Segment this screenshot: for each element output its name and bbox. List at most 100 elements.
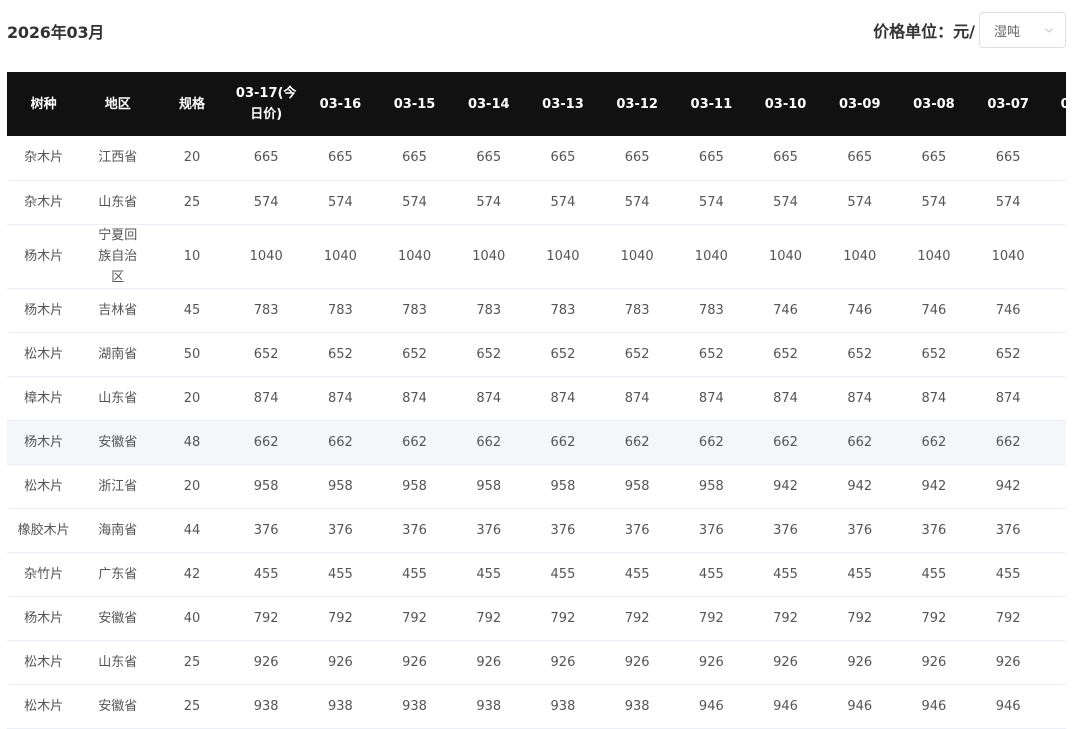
table-cell: 942: [748, 464, 823, 509]
table-cell: 792: [748, 596, 823, 641]
table-row[interactable]: 杂竹片 广东省 42 455 455 455 455 455 455 455 455 455 455 45…: [7, 552, 1066, 597]
page-title: 2026年03月: [7, 23, 105, 42]
table-row[interactable]: 杨木片 安徽省 40 792 792 792 792 792 792 792 792 792 792 79…: [7, 596, 1066, 641]
table-cell: 25: [155, 640, 229, 685]
table-cell: 574: [970, 180, 1046, 225]
table-cell: 783: [673, 288, 749, 333]
column-header: 03-06: [1060, 96, 1066, 112]
table-cell: 946: [970, 684, 1046, 729]
table-cell: 杂木片: [7, 180, 81, 225]
table-cell: 455: [822, 552, 898, 597]
table-cell: 958: [600, 464, 674, 509]
table-cell: 1040: [970, 224, 1046, 289]
column-header: 03-17(今日价): [235, 86, 297, 122]
table-cell: 926: [376, 640, 453, 685]
table-cell: 574: [376, 180, 453, 225]
column-header: 03-15: [393, 96, 436, 112]
table-cell: 926: [303, 640, 377, 685]
table-cell: 安徽省: [80, 596, 156, 641]
table-cell: 652: [897, 332, 971, 377]
table-row[interactable]: 杂木片 山东省 25 574 574 574 574 574 574 574 574 574 574 57…: [7, 180, 1066, 225]
table-cell: 662: [376, 420, 453, 465]
table-cell: 宁夏回族自治区: [80, 224, 156, 289]
table-cell: 946: [822, 684, 898, 729]
table-cell: 574: [228, 180, 304, 225]
table-cell: 874: [822, 376, 898, 421]
table-cell: 662: [452, 420, 526, 465]
table-cell: 376: [673, 508, 749, 553]
table-cell: 376: [897, 508, 971, 553]
table-cell: 652: [228, 332, 304, 377]
table-cell: 376: [452, 508, 526, 553]
price-unit-control: 价格单位：元/ 湿吨: [873, 12, 1066, 48]
table-cell: 946: [1045, 684, 1066, 729]
table-cell: 574: [1045, 180, 1066, 225]
table-cell: 江西省: [80, 136, 156, 181]
chevron-down-icon: [1045, 28, 1053, 33]
column-header: 规格: [178, 96, 205, 112]
table-cell: 455: [376, 552, 453, 597]
table-cell: 652: [376, 332, 453, 377]
table-cell: 376: [303, 508, 377, 553]
table-cell: 665: [673, 136, 749, 181]
table-cell: 665: [970, 136, 1046, 181]
table-cell: 874: [970, 376, 1046, 421]
table-row[interactable]: 松木片 浙江省 20 958 958 958 958 958 958 958 942 942 942 94…: [7, 464, 1066, 509]
price-table-container[interactable]: 树种 地区 规格 03-17(今日价) 03-16 03-15 03-14 03-13 03-1…: [7, 72, 1066, 729]
table-cell: 926: [452, 640, 526, 685]
column-header: 03-16: [319, 96, 362, 112]
price-table: 树种 地区 规格 03-17(今日价) 03-16 03-15 03-14 03-13 03-1…: [7, 72, 1066, 729]
table-row[interactable]: 杂木片 江西省 20 665 665 665 665 665 665 665 665 665 665 66…: [7, 136, 1066, 181]
table-cell: 746: [970, 288, 1046, 333]
table-cell: 938: [525, 684, 601, 729]
table-cell: 山东省: [80, 180, 156, 225]
table-cell: 792: [376, 596, 453, 641]
table-cell: 926: [525, 640, 601, 685]
table-cell: 652: [748, 332, 823, 377]
table-cell: 662: [303, 420, 377, 465]
table-cell: 942: [897, 464, 971, 509]
table-cell: 665: [1045, 136, 1066, 181]
table-cell: 958: [228, 464, 304, 509]
table-cell: 山东省: [80, 376, 156, 421]
table-row[interactable]: 杨木片 安徽省 48 662 662 662 662 662 662 662 662 662 662 66…: [7, 420, 1066, 465]
unit-select[interactable]: 湿吨: [979, 12, 1066, 48]
table-cell: 50: [155, 332, 229, 377]
table-cell: 455: [525, 552, 601, 597]
table-cell: 松木片: [7, 332, 81, 377]
table-cell: 广东省: [80, 552, 156, 597]
table-cell: 874: [673, 376, 749, 421]
table-row[interactable]: 杨木片 吉林省 45 783 783 783 783 783 783 783 746 746 746 74…: [7, 288, 1066, 333]
table-cell: 574: [897, 180, 971, 225]
table-cell: 20: [155, 376, 229, 421]
column-header: 地区: [104, 96, 131, 112]
table-row[interactable]: 杨木片 宁夏回族自治区 10 1040 1040 1040 1040 1040 1040 1040…: [7, 224, 1066, 289]
table-cell: 10: [155, 224, 229, 289]
table-cell: 1040: [1045, 224, 1066, 289]
column-header: 03-12: [616, 96, 658, 112]
table-row[interactable]: 松木片 安徽省 25 938 938 938 938 938 938 946 946 946 946 94…: [7, 684, 1066, 729]
table-cell: 安徽省: [80, 684, 156, 729]
table-cell: 1040: [822, 224, 898, 289]
table-cell: 574: [600, 180, 674, 225]
table-row[interactable]: 樟木片 山东省 20 874 874 874 874 874 874 874 874 874 874 87…: [7, 376, 1066, 421]
table-cell: 652: [600, 332, 674, 377]
table-cell: 938: [376, 684, 453, 729]
table-cell: 455: [1045, 552, 1066, 597]
table-cell: 20: [155, 136, 229, 181]
table-cell: 926: [1045, 640, 1066, 685]
table-cell: 783: [303, 288, 377, 333]
column-header: 03-08: [913, 96, 955, 112]
table-cell: 山东省: [80, 640, 156, 685]
table-cell: 792: [525, 596, 601, 641]
table-cell: 杂木片: [7, 136, 81, 181]
table-row[interactable]: 松木片 湖南省 50 652 652 652 652 652 652 652 652 652 652 65…: [7, 332, 1066, 377]
table-cell: 942: [1045, 464, 1066, 509]
table-cell: 783: [452, 288, 526, 333]
table-cell: 746: [822, 288, 898, 333]
column-header: 03-09: [838, 96, 881, 112]
table-row[interactable]: 松木片 山东省 25 926 926 926 926 926 926 926 926 926 926 92…: [7, 640, 1066, 685]
table-row[interactable]: 橡胶木片 海南省 44 376 376 376 376 376 376 376 376 376 376 3…: [7, 508, 1066, 553]
table-cell: 665: [452, 136, 526, 181]
column-header: 03-14: [467, 96, 510, 112]
